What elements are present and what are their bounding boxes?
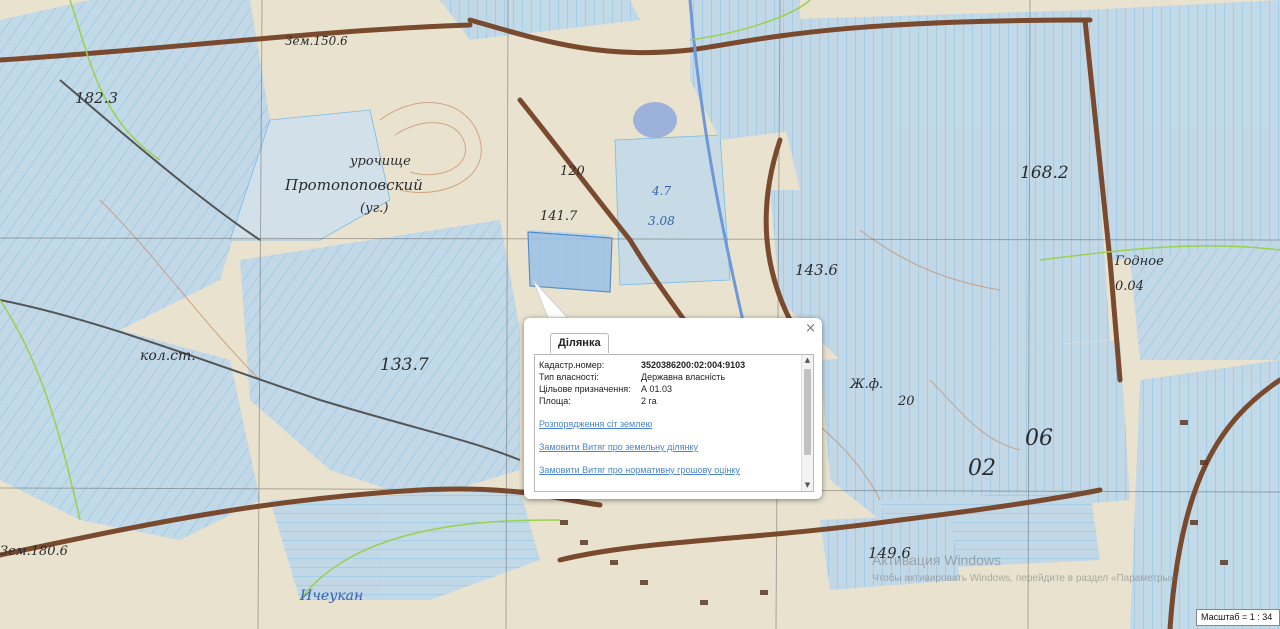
map-label-zem-180-6: Зем.180.6: [0, 544, 68, 559]
row-cadastral-number: Кадастр.номер: 3520386200:02:004:9103: [539, 359, 801, 371]
cadastral-number-value: 3520386200:02:004:9103: [641, 360, 746, 370]
map-label-143-6: 143.6: [795, 261, 838, 279]
windows-activation-text: Чтобы активировать Windows, перейдите в …: [872, 573, 1179, 584]
cadastral-map[interactable]: 182.3 Зем.150.6 урочище Протопоповский (…: [0, 0, 1280, 629]
map-label-4-7: 4.7: [651, 184, 671, 198]
tab-parcel[interactable]: Ділянка: [550, 333, 609, 353]
parcel-attributes: Кадастр.номер: 3520386200:02:004:9103 Ти…: [539, 359, 801, 407]
selected-parcel[interactable]: [527, 231, 613, 293]
purpose-label: Цільове призначення:: [539, 384, 631, 394]
map-label-20: 20: [897, 394, 915, 409]
map-label-urochishche: урочище: [349, 154, 411, 169]
map-label-133-7: 133.7: [380, 355, 429, 375]
purpose-value: А 01.03: [641, 384, 673, 394]
order-parcel-extract-link[interactable]: Замовити Витяг про земельну ділянку: [539, 442, 698, 452]
map-label-godnoe-value: 0.04: [1115, 279, 1144, 294]
scroll-up-icon[interactable]: ▲: [802, 355, 813, 366]
map-label-godnoe: Годное: [1114, 254, 1164, 269]
cadastral-number-label: Кадастр.номер:: [539, 360, 605, 370]
parcel-details-panel: Кадастр.номер: 3520386200:02:004:9103 Ти…: [534, 354, 814, 492]
map-label-zh-f: Ж.ф.: [849, 377, 883, 392]
scroll-down-icon[interactable]: ▼: [802, 480, 813, 491]
windows-activation-title: Активация Windows: [872, 552, 1002, 568]
map-label-isp: Ичеукан: [299, 588, 363, 604]
map-label-168-2: 168.2: [1020, 163, 1069, 183]
row-purpose: Цільове призначення: А 01.03: [539, 383, 801, 395]
map-label-182-3: 182.3: [75, 89, 118, 107]
row-area: Площа: 2 га: [539, 395, 801, 407]
parcel-info-popup: × Ділянка Кадастр.номер: 3520386200:02:0…: [524, 318, 822, 499]
map-label-protopopovsky: Протопоповский: [284, 176, 423, 194]
row-ownership-type: Тип власності: Державна власність: [539, 371, 801, 383]
ownership-type-value: Державна власність: [641, 372, 726, 382]
order-valuation-extract-link[interactable]: Замовити Витяг про нормативну грошову оц…: [539, 465, 740, 475]
map-scale: Масштаб = 1 : 34: [1196, 609, 1280, 626]
map-label-kol-st: кол.ст.: [140, 348, 196, 364]
scroll-thumb[interactable]: [804, 369, 811, 455]
map-label-120: 120: [560, 164, 585, 179]
map-label-02: 02: [968, 456, 996, 481]
close-icon[interactable]: ×: [805, 322, 816, 335]
ownership-type-label: Тип власності:: [539, 372, 599, 382]
area-value: 2 га: [641, 396, 657, 406]
map-label-3-08: 3.08: [648, 214, 675, 228]
popup-scrollbar[interactable]: ▲ ▼: [801, 355, 813, 491]
land-disposal-link[interactable]: Розпорядження сіт землею: [539, 419, 652, 429]
map-label-141-7: 141.7: [540, 209, 578, 224]
map-label-zem-150-6: Зем.150.6: [285, 34, 348, 48]
area-label: Площа:: [539, 396, 571, 406]
map-label-yu: (уг.): [360, 201, 388, 216]
map-label-06: 06: [1025, 426, 1053, 451]
